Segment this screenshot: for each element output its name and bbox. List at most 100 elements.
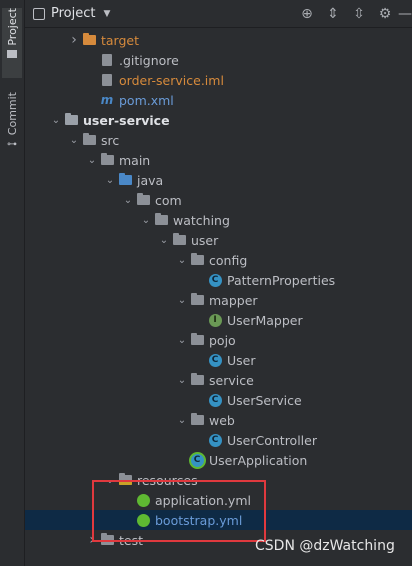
tool-window-strip: Project Commit ⊶ [0, 0, 25, 566]
chevron-down-icon[interactable]: ⌄ [67, 133, 81, 147]
tree-item-label: PatternProperties [227, 272, 336, 288]
chevron-down-icon[interactable]: ⌄ [157, 233, 171, 247]
tree-item-label: com [155, 192, 182, 208]
tree-row[interactable]: order-service.iml [25, 70, 412, 90]
project-tool-button[interactable]: Project [2, 8, 22, 78]
tree-row[interactable]: › target [25, 30, 412, 50]
view-selector-label: Project [51, 6, 96, 21]
tree-item-label: pom.xml [119, 92, 174, 108]
tree-row[interactable]: ⌄ com [25, 190, 412, 210]
tree-item-label: order-service.iml [119, 72, 224, 88]
locate-icon[interactable]: ⊕ [294, 2, 320, 26]
tree-item-label: config [209, 252, 248, 268]
tree-row[interactable]: ⌄ user-service [25, 110, 412, 130]
class-icon: C [207, 352, 223, 368]
chevron-down-icon[interactable]: ⌄ [85, 153, 99, 167]
tree-row[interactable]: C UserService [25, 390, 412, 410]
tree-item-label: user-service [83, 112, 170, 128]
chevron-down-icon[interactable]: ⌄ [139, 213, 153, 227]
tree-item-label: pojo [209, 332, 236, 348]
tree-item-label: User [227, 352, 256, 368]
tree-row[interactable]: .gitignore [25, 50, 412, 70]
folder-icon [81, 32, 97, 48]
chevron-down-icon[interactable]: ⌄ [175, 253, 189, 267]
chevron-right-icon[interactable]: › [67, 32, 81, 48]
tree-row[interactable]: ⌄ config [25, 250, 412, 270]
tree-row[interactable]: ⌄ java [25, 170, 412, 190]
tree-item-label: UserService [227, 392, 302, 408]
tree-row[interactable]: ⌄ main [25, 150, 412, 170]
tree-row[interactable]: ⌄ service [25, 370, 412, 390]
view-selector[interactable]: Project ▼ [33, 6, 110, 21]
tree-row[interactable]: m pom.xml [25, 90, 412, 110]
tree-item-label: .gitignore [119, 52, 179, 68]
package-icon [189, 292, 205, 308]
hide-icon[interactable]: — [398, 2, 412, 26]
gear-icon[interactable]: ⚙ [372, 2, 398, 26]
tree-row[interactable]: ⌄ web [25, 410, 412, 430]
package-icon [189, 372, 205, 388]
chevron-down-icon[interactable]: ⌄ [121, 193, 135, 207]
chevron-down-icon: ▼ [103, 8, 111, 19]
tree-item-label: UserApplication [209, 452, 308, 468]
tree-item-label: service [209, 372, 254, 388]
chevron-down-icon[interactable]: ⌄ [175, 373, 189, 387]
tree-item-label: java [137, 172, 164, 188]
tree-item-label: user [191, 232, 219, 248]
package-icon [135, 192, 151, 208]
tree-row[interactable]: C User [25, 350, 412, 370]
tree-row[interactable]: C PatternProperties [25, 270, 412, 290]
tree-row[interactable]: ⌄ src [25, 130, 412, 150]
file-icon [99, 52, 115, 68]
package-icon [189, 412, 205, 428]
folder-icon [7, 49, 17, 58]
chevron-down-icon[interactable]: ⌄ [175, 413, 189, 427]
tree-item-label: UserMapper [227, 312, 303, 328]
package-icon [153, 212, 169, 228]
commit-tool-button[interactable]: Commit ⊶ [2, 92, 22, 154]
tree-row[interactable]: I UserMapper [25, 310, 412, 330]
commit-tool-label: Commit [5, 92, 19, 136]
highlight-box [92, 480, 266, 542]
tree-item-label: main [119, 152, 151, 168]
chevron-down-icon[interactable]: ⌄ [103, 173, 117, 187]
tree-row[interactable]: ⌄ user [25, 230, 412, 250]
class-icon: C [207, 432, 223, 448]
chevron-down-icon[interactable]: ⌄ [175, 333, 189, 347]
tree-row[interactable]: C UserApplication [25, 450, 412, 470]
project-window-icon [33, 7, 45, 20]
chevron-down-icon[interactable]: ⌄ [49, 113, 63, 127]
project-tree: › target .gitignore order-service.iml m pom.x… [25, 30, 412, 550]
file-icon [99, 72, 115, 88]
chevron-down-icon[interactable]: ⌄ [175, 293, 189, 307]
tree-item-label: UserController [227, 432, 317, 448]
source-folder-icon [117, 172, 133, 188]
module-icon [63, 112, 79, 128]
tree-row[interactable]: ⌄ pojo [25, 330, 412, 350]
folder-icon [81, 132, 97, 148]
tree-item-label: mapper [209, 292, 258, 308]
tree-item-label: target [101, 32, 140, 48]
tree-row[interactable]: C UserController [25, 430, 412, 450]
folder-icon [99, 152, 115, 168]
commit-icon: ⊶ [7, 139, 17, 151]
tree-row[interactable]: ⌄ mapper [25, 290, 412, 310]
package-icon [189, 332, 205, 348]
project-panel-header: Project ▼ ⊕ ⇕ ⇳ ⚙ — [25, 0, 412, 28]
interface-icon: I [207, 312, 223, 328]
watermark: CSDN @dzWatching [255, 538, 395, 554]
project-tool-label: Project [5, 8, 19, 46]
spring-boot-class-icon: C [189, 452, 205, 468]
collapse-all-icon[interactable]: ⇳ [346, 2, 372, 26]
tree-item-label: watching [173, 212, 230, 228]
tree-row[interactable]: ⌄ watching [25, 210, 412, 230]
expand-all-icon[interactable]: ⇕ [320, 2, 346, 26]
